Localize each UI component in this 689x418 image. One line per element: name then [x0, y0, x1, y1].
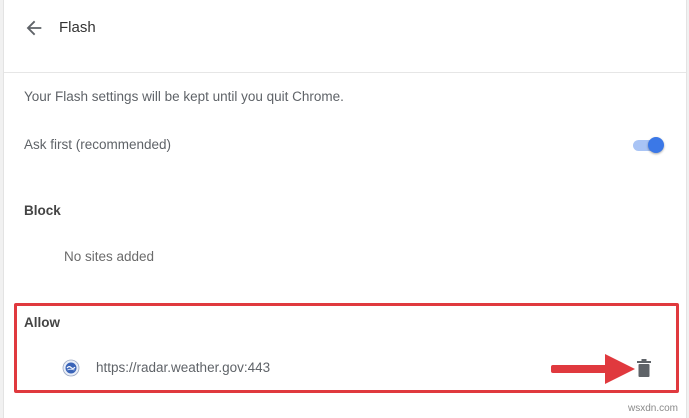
allowed-site-url[interactable]: https://radar.weather.gov:443 [96, 360, 270, 375]
watermark: wsxdn.com [627, 403, 678, 414]
trash-icon[interactable] [637, 359, 651, 377]
page-header: Flash [4, 0, 686, 73]
block-heading: Block [24, 203, 61, 218]
site-favicon-icon [62, 359, 80, 377]
red-pointer-arrow-icon [551, 354, 635, 384]
toggle-knob [648, 137, 664, 153]
ask-first-toggle[interactable] [632, 136, 664, 154]
ask-first-label: Ask first (recommended) [24, 137, 172, 152]
flash-settings-panel: Flash Your Flash settings will be kept u… [3, 0, 687, 418]
page-title: Flash [59, 19, 96, 36]
block-empty-text: No sites added [64, 249, 155, 264]
arrow-back-icon[interactable] [23, 17, 45, 39]
flash-info-text: Your Flash settings will be kept until y… [24, 89, 344, 104]
